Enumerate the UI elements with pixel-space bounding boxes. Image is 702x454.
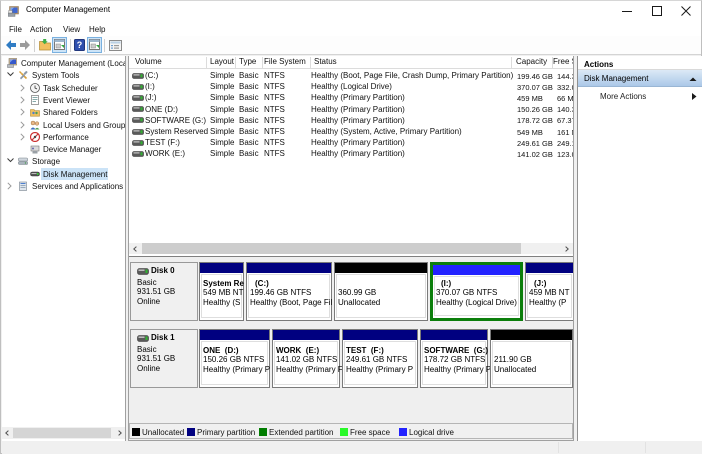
svg-text:?: ? [77,40,83,50]
